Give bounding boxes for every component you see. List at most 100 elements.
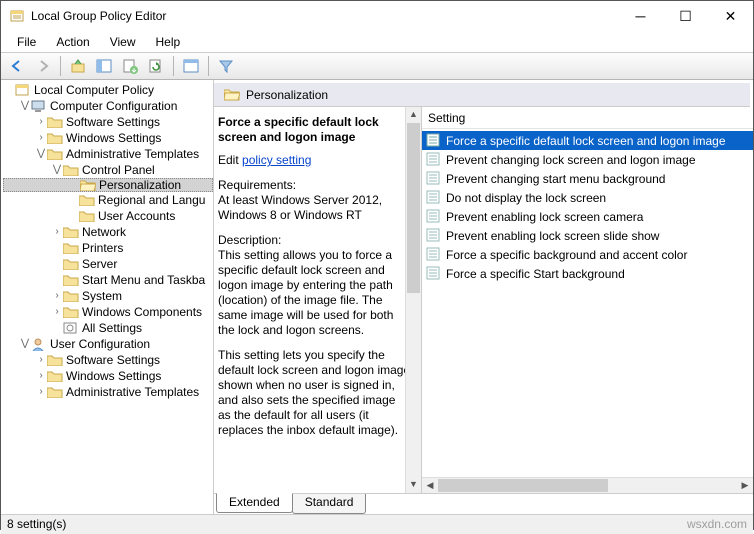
tree-label: Windows Settings xyxy=(66,369,161,383)
view-tabs: Extended Standard xyxy=(214,493,753,514)
tree-computer-config[interactable]: ⋁Computer Configuration xyxy=(3,98,213,114)
folder-icon xyxy=(63,225,79,239)
up-button[interactable] xyxy=(66,54,90,78)
toolbar-separator xyxy=(173,56,174,76)
toolbar-separator xyxy=(208,56,209,76)
list-item-label: Prevent changing lock screen and logon i… xyxy=(446,153,696,167)
close-button[interactable]: ✕ xyxy=(708,1,753,31)
scroll-thumb[interactable] xyxy=(438,479,608,492)
list-item[interactable]: Force a specific background and accent c… xyxy=(422,245,753,264)
scroll-up-icon[interactable]: ▲ xyxy=(406,107,421,123)
tree-pane[interactable]: Local Computer Policy ⋁Computer Configur… xyxy=(1,80,214,514)
folder-icon xyxy=(47,369,63,383)
tree-system[interactable]: ›System xyxy=(3,288,213,304)
list-item[interactable]: Force a specific Start background xyxy=(422,264,753,283)
toolbar-separator xyxy=(60,56,61,76)
scroll-down-icon[interactable]: ▼ xyxy=(406,477,421,493)
right-pane: Personalization Force a specific default… xyxy=(214,80,753,514)
forward-button[interactable] xyxy=(31,54,55,78)
list-item-label: Prevent enabling lock screen camera xyxy=(446,210,643,224)
folder-open-icon xyxy=(224,88,240,102)
list-item[interactable]: Force a specific default lock screen and… xyxy=(422,131,753,150)
tree-label: User Configuration xyxy=(50,337,150,351)
edit-policy-link[interactable]: policy setting xyxy=(242,153,311,167)
menu-file[interactable]: File xyxy=(9,33,44,51)
column-header-setting[interactable]: Setting xyxy=(422,107,753,129)
tree-root[interactable]: Local Computer Policy xyxy=(3,82,213,98)
tree-personalization[interactable]: Personalization xyxy=(3,178,213,192)
tree-admin-templates[interactable]: ⋁Administrative Templates xyxy=(3,146,213,162)
tree-windows-components[interactable]: ›Windows Components xyxy=(3,304,213,320)
export-button[interactable] xyxy=(118,54,142,78)
tree-label: User Accounts xyxy=(98,209,175,223)
edit-label: Edit xyxy=(218,153,242,167)
setting-icon xyxy=(426,266,442,282)
list-item-label: Prevent enabling lock screen slide show xyxy=(446,229,659,243)
description-body: This setting allows you to force a speci… xyxy=(218,248,393,337)
folder-icon xyxy=(79,193,95,207)
tab-standard[interactable]: Standard xyxy=(292,494,367,514)
settings-icon xyxy=(63,321,79,335)
folder-icon xyxy=(47,353,63,367)
setting-icon xyxy=(426,133,442,149)
list-item[interactable]: Prevent enabling lock screen camera xyxy=(422,207,753,226)
scroll-right-icon[interactable]: ▶ xyxy=(737,478,753,493)
tree-label: Computer Configuration xyxy=(50,99,177,113)
horizontal-scrollbar[interactable]: ◀ ▶ xyxy=(422,477,753,493)
folder-icon xyxy=(63,289,79,303)
scroll-thumb[interactable] xyxy=(407,123,420,293)
window-title: Local Group Policy Editor xyxy=(31,9,618,23)
folder-icon xyxy=(47,115,63,129)
maximize-button[interactable]: ☐ xyxy=(663,1,708,31)
menu-view[interactable]: View xyxy=(102,33,144,51)
tree-network[interactable]: ›Network xyxy=(3,224,213,240)
list-item-label: Force a specific Start background xyxy=(446,267,625,281)
vertical-scrollbar[interactable]: ▲ ▼ xyxy=(405,107,421,493)
computer-icon xyxy=(31,99,47,113)
tree-server[interactable]: Server xyxy=(3,256,213,272)
tree-windows-settings[interactable]: ›Windows Settings xyxy=(3,130,213,146)
folder-icon xyxy=(63,273,79,287)
list-item[interactable]: Prevent enabling lock screen slide show xyxy=(422,226,753,245)
tree-printers[interactable]: Printers xyxy=(3,240,213,256)
folder-icon xyxy=(79,209,95,223)
tree-user-config[interactable]: ⋁User Configuration xyxy=(3,336,213,352)
setting-icon xyxy=(426,190,442,206)
description-heading: Description: xyxy=(218,233,281,247)
settings-list: Force a specific default lock screen and… xyxy=(422,129,753,493)
description-pane: Force a specific default lock screen and… xyxy=(214,107,421,493)
menu-action[interactable]: Action xyxy=(48,33,97,51)
client-area: Local Computer Policy ⋁Computer Configur… xyxy=(1,80,753,514)
tree-start-menu[interactable]: Start Menu and Taskba xyxy=(3,272,213,288)
tree-user-admin[interactable]: ›Administrative Templates xyxy=(3,384,213,400)
list-item[interactable]: Prevent changing lock screen and logon i… xyxy=(422,150,753,169)
setting-title: Force a specific default lock screen and… xyxy=(218,115,411,145)
show-hide-tree-button[interactable] xyxy=(92,54,116,78)
tree-label: Network xyxy=(82,225,126,239)
properties-button[interactable] xyxy=(179,54,203,78)
tree-label: Administrative Templates xyxy=(66,385,199,399)
breadcrumb: Personalization xyxy=(214,83,750,107)
description-body-2: This setting lets you specify the defaul… xyxy=(218,348,411,438)
list-item[interactable]: Do not display the lock screen xyxy=(422,188,753,207)
folder-icon xyxy=(47,131,63,145)
refresh-button[interactable] xyxy=(144,54,168,78)
back-button[interactable] xyxy=(5,54,29,78)
scroll-left-icon[interactable]: ◀ xyxy=(422,478,438,493)
tree-label: Windows Settings xyxy=(66,131,161,145)
tree-user-accounts[interactable]: User Accounts xyxy=(3,208,213,224)
tree-label: Control Panel xyxy=(82,163,155,177)
folder-icon xyxy=(47,385,63,399)
tree-regional[interactable]: Regional and Langu xyxy=(3,192,213,208)
tab-extended[interactable]: Extended xyxy=(216,493,293,513)
menu-help[interactable]: Help xyxy=(148,33,189,51)
tree-label: Software Settings xyxy=(66,115,160,129)
minimize-button[interactable]: ─ xyxy=(618,1,663,31)
tree-software-settings[interactable]: ›Software Settings xyxy=(3,114,213,130)
tree-control-panel[interactable]: ⋁Control Panel xyxy=(3,162,213,178)
tree-user-windows[interactable]: ›Windows Settings xyxy=(3,368,213,384)
list-item[interactable]: Prevent changing start menu background xyxy=(422,169,753,188)
tree-user-software[interactable]: ›Software Settings xyxy=(3,352,213,368)
filter-button[interactable] xyxy=(214,54,238,78)
tree-all-settings[interactable]: All Settings xyxy=(3,320,213,336)
